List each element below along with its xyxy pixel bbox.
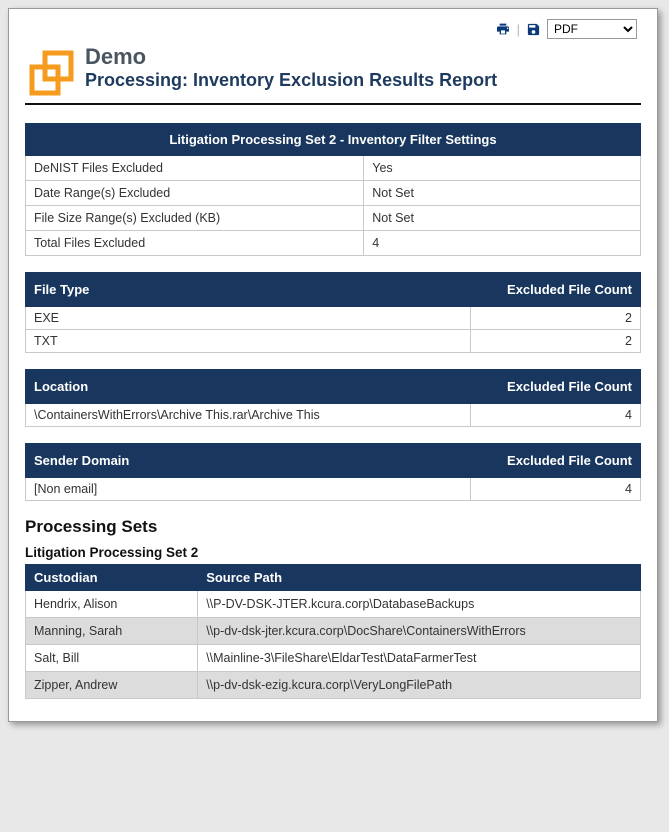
report-page: | PDF Demo Processing: Inventory Exclusi… bbox=[8, 8, 658, 722]
table-row: \ContainersWithErrors\Archive This.rar\A… bbox=[26, 404, 641, 427]
processing-set-name: Litigation Processing Set 2 bbox=[25, 545, 641, 560]
col-excluded-count: Excluded File Count bbox=[471, 273, 641, 307]
save-icon[interactable] bbox=[526, 22, 541, 37]
settings-caption: Litigation Processing Set 2 - Inventory … bbox=[26, 124, 641, 156]
processing-sets-title: Processing Sets bbox=[25, 517, 641, 537]
source-path-cell: \\p-dv-dsk-jter.kcura.corp\DocShare\Cont… bbox=[198, 618, 641, 645]
table-row: [Non email] 4 bbox=[26, 478, 641, 501]
col-location: Location bbox=[26, 370, 471, 404]
location-table: Location Excluded File Count \Containers… bbox=[25, 369, 641, 427]
col-source-path: Source Path bbox=[198, 565, 641, 591]
settings-label: Date Range(s) Excluded bbox=[26, 181, 364, 206]
settings-label: File Size Range(s) Excluded (KB) bbox=[26, 206, 364, 231]
table-row: Hendrix, Alison \\P-DV-DSK-JTER.kcura.co… bbox=[26, 591, 641, 618]
settings-row: Total Files Excluded 4 bbox=[26, 231, 641, 256]
settings-value: Not Set bbox=[364, 206, 641, 231]
source-path-cell: \\P-DV-DSK-JTER.kcura.corp\DatabaseBacku… bbox=[198, 591, 641, 618]
table-row: Manning, Sarah \\p-dv-dsk-jter.kcura.cor… bbox=[26, 618, 641, 645]
file-type-name: EXE bbox=[26, 307, 471, 330]
print-icon[interactable] bbox=[495, 21, 511, 37]
source-path-cell: \\p-dv-dsk-ezig.kcura.corp\VeryLongFileP… bbox=[198, 672, 641, 699]
table-row: TXT 2 bbox=[26, 330, 641, 353]
source-path-cell: \\Mainline-3\FileShare\EldarTest\DataFar… bbox=[198, 645, 641, 672]
location-name: \ContainersWithErrors\Archive This.rar\A… bbox=[26, 404, 471, 427]
file-type-count: 2 bbox=[471, 307, 641, 330]
location-count: 4 bbox=[471, 404, 641, 427]
custodian-cell: Zipper, Andrew bbox=[26, 672, 198, 699]
file-type-name: TXT bbox=[26, 330, 471, 353]
col-custodian: Custodian bbox=[26, 565, 198, 591]
sender-domain-count: 4 bbox=[471, 478, 641, 501]
settings-value: 4 bbox=[364, 231, 641, 256]
settings-row: DeNIST Files Excluded Yes bbox=[26, 156, 641, 181]
custodian-cell: Hendrix, Alison bbox=[26, 591, 198, 618]
app-name: Demo bbox=[85, 45, 641, 69]
col-file-type: File Type bbox=[26, 273, 471, 307]
file-type-count: 2 bbox=[471, 330, 641, 353]
report-title: Processing: Inventory Exclusion Results … bbox=[85, 69, 641, 92]
sender-domain-name: [Non email] bbox=[26, 478, 471, 501]
settings-table: Litigation Processing Set 2 - Inventory … bbox=[25, 123, 641, 256]
settings-value: Not Set bbox=[364, 181, 641, 206]
table-row: Zipper, Andrew \\p-dv-dsk-ezig.kcura.cor… bbox=[26, 672, 641, 699]
table-row: EXE 2 bbox=[26, 307, 641, 330]
custodian-cell: Salt, Bill bbox=[26, 645, 198, 672]
table-row: Salt, Bill \\Mainline-3\FileShare\EldarT… bbox=[26, 645, 641, 672]
processing-set-table: Custodian Source Path Hendrix, Alison \\… bbox=[25, 564, 641, 699]
logo-icon bbox=[25, 45, 75, 97]
report-header: Demo Processing: Inventory Exclusion Res… bbox=[25, 45, 641, 105]
settings-label: Total Files Excluded bbox=[26, 231, 364, 256]
sender-domain-table: Sender Domain Excluded File Count [Non e… bbox=[25, 443, 641, 501]
toolbar: | PDF bbox=[25, 17, 641, 45]
custodian-cell: Manning, Sarah bbox=[26, 618, 198, 645]
toolbar-divider: | bbox=[517, 22, 520, 37]
col-excluded-count: Excluded File Count bbox=[471, 370, 641, 404]
export-format-select[interactable]: PDF bbox=[547, 19, 637, 39]
settings-row: Date Range(s) Excluded Not Set bbox=[26, 181, 641, 206]
settings-row: File Size Range(s) Excluded (KB) Not Set bbox=[26, 206, 641, 231]
col-sender-domain: Sender Domain bbox=[26, 444, 471, 478]
col-excluded-count: Excluded File Count bbox=[471, 444, 641, 478]
settings-value: Yes bbox=[364, 156, 641, 181]
file-type-table: File Type Excluded File Count EXE 2 TXT … bbox=[25, 272, 641, 353]
settings-label: DeNIST Files Excluded bbox=[26, 156, 364, 181]
